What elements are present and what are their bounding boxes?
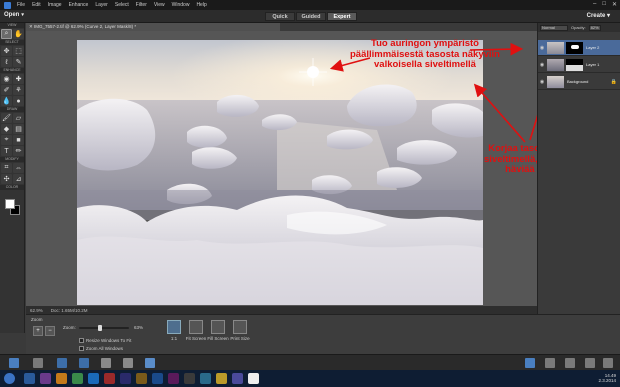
zoom-all-checkbox[interactable]: Zoom All Windows [79, 346, 123, 351]
checkbox-box [79, 346, 84, 351]
one-to-one-icon [167, 320, 181, 334]
layers-icon [525, 358, 535, 368]
opacity-input[interactable]: 82% [588, 24, 601, 31]
graphics-icon [565, 358, 575, 368]
taskbar-app-icon[interactable] [72, 373, 83, 384]
opacity-label: Opacity: [571, 25, 586, 30]
layer-thumbnail [547, 75, 564, 88]
zoom-out-button[interactable]: − [45, 326, 55, 336]
doc-info: Doc: 1.65M/10.2M [50, 307, 88, 313]
blend-mode-select[interactable]: Normal [540, 24, 568, 31]
print-size-icon [233, 320, 247, 334]
zoom-value: 63% [134, 325, 144, 330]
taskbar-app-icon[interactable] [200, 373, 211, 384]
fit-screen-icon [189, 320, 203, 334]
rotate-icon [101, 358, 111, 368]
arrow-to-mask-edge [473, 83, 526, 143]
clock-date: 2.3.2014 [598, 378, 616, 383]
visibility-eye-icon[interactable]: ◉ [538, 62, 546, 68]
taskbar-app-icon[interactable] [40, 373, 51, 384]
foreground-color-swatch[interactable] [5, 199, 15, 209]
layer-mask-thumbnail[interactable] [566, 41, 583, 54]
layer-thumbnail [547, 58, 564, 71]
layer-name: Background [567, 79, 589, 84]
fill-screen-icon [211, 320, 225, 334]
arrow-to-sun [329, 57, 371, 72]
print-size-button[interactable]: Print Size [225, 320, 255, 341]
taskbar-app-icon[interactable] [104, 373, 115, 384]
effects-icon [545, 358, 555, 368]
mask-white-area [566, 64, 583, 71]
zoom-readout: 62.9% [30, 307, 43, 313]
tool-options-icon [33, 358, 43, 368]
resize-windows-checkbox[interactable]: Resize Windows To Fit [79, 338, 131, 343]
taskbar-app-icon[interactable] [56, 373, 67, 384]
taskbar-app-icon[interactable] [120, 373, 131, 384]
taskbar-app-icon[interactable] [248, 373, 259, 384]
tool-options-title: Zoom [31, 317, 43, 322]
zoom-slider[interactable] [79, 325, 129, 331]
taskbar-app-icon[interactable] [24, 373, 35, 384]
taskbar-app-icon[interactable] [232, 373, 243, 384]
layer-row-background[interactable]: ◉ Background 🔒 [538, 74, 620, 90]
taskbar-app-icon[interactable] [168, 373, 179, 384]
taskbar-app-icon[interactable] [88, 373, 99, 384]
taskbar-app-icon[interactable] [136, 373, 147, 384]
os-taskbar: 14.49 2.3.2014 [0, 370, 620, 387]
checkbox-box [79, 338, 84, 343]
more-icon [603, 358, 613, 368]
system-clock[interactable]: 14.49 2.3.2014 [598, 373, 616, 383]
lock-icon: 🔒 [610, 78, 617, 85]
favorites-icon [585, 358, 595, 368]
tool-options-panel: Zoom + − Zoom: 63% Resize Windows To Fit… [26, 314, 620, 354]
taskbar-app-icon[interactable] [216, 373, 227, 384]
zoom-label: Zoom: [63, 325, 76, 330]
photo-bin-icon [9, 358, 19, 368]
print-size-label: Print Size [230, 336, 250, 341]
layer-row-layer-1[interactable]: ◉ Layer 1 [538, 57, 620, 73]
layer-name: Layer 2 [586, 45, 600, 50]
visibility-eye-icon[interactable]: ◉ [538, 45, 546, 51]
layer-mask-thumbnail[interactable] [566, 58, 583, 71]
layers-panel: Normal Opacity: 82% ◉ Layer 2 ◉ Layer 1 … [537, 23, 620, 314]
zoom-all-label: Zoom All Windows [86, 346, 124, 351]
arrow-to-layer-mask [469, 42, 524, 56]
undo-icon [57, 358, 67, 368]
layout-icon [123, 358, 133, 368]
redo-icon [79, 358, 89, 368]
layers-panel-header: Normal Opacity: 82% [538, 23, 620, 32]
resize-windows-label: Resize Windows To Fit [86, 338, 132, 343]
taskbar-app-icon[interactable] [184, 373, 195, 384]
layer-thumbnail [547, 41, 564, 54]
view-1to1-label: 1:1 [170, 336, 178, 341]
visibility-eye-icon[interactable]: ◉ [538, 79, 546, 85]
start-button-icon[interactable] [4, 373, 15, 384]
mask-white-area [571, 44, 579, 49]
zoom-slider-knob[interactable] [98, 325, 103, 331]
layer-row-layer-2[interactable]: ◉ Layer 2 [538, 40, 620, 56]
status-bar: 62.9% Doc: 1.65M/10.2M [26, 306, 537, 314]
layer-name: Layer 1 [586, 62, 600, 67]
taskbar-app-icon[interactable] [152, 373, 163, 384]
zoom-in-button[interactable]: + [33, 326, 43, 336]
organizer-icon [145, 358, 155, 368]
